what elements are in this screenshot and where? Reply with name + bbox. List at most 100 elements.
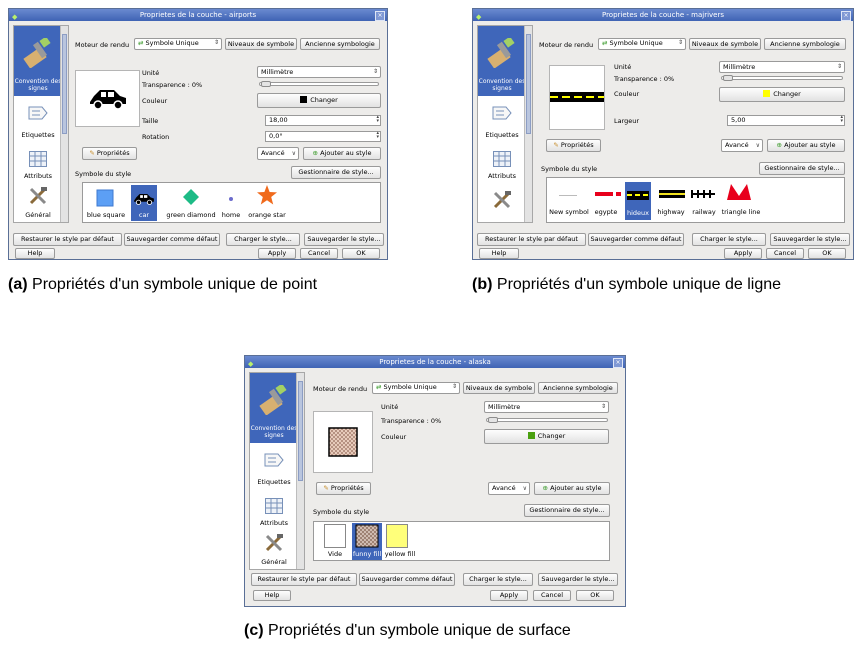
- sidebar-item-attributs[interactable]: Attributs: [478, 172, 526, 180]
- proprietes-button[interactable]: ✎ Propriétés: [546, 139, 601, 152]
- cancel-button[interactable]: Cancel: [300, 248, 338, 259]
- symbol-item[interactable]: egypte: [591, 208, 621, 216]
- sidebar-item-etiquettes[interactable]: Etiquettes: [478, 131, 526, 139]
- symbol-list[interactable]: blue square car green diamond home orang…: [82, 182, 381, 223]
- renderer-select[interactable]: ⇄ Symbole Unique ⇕: [134, 38, 222, 50]
- slider-handle[interactable]: [723, 75, 733, 81]
- charger-button[interactable]: Charger le style...: [463, 573, 533, 586]
- help-button[interactable]: Help: [253, 590, 291, 601]
- sidebar-item-convention[interactable]: Convention des signes: [14, 26, 62, 96]
- unit-select[interactable]: Millimètre ⇕: [719, 61, 845, 73]
- ajouter-button[interactable]: ⊕ Ajouter au style: [534, 482, 610, 495]
- width-input[interactable]: 5,00 ▴ ▾: [727, 115, 845, 126]
- sidebar-item-convention[interactable]: Convention des signes: [478, 26, 526, 96]
- charger-button[interactable]: Charger le style...: [226, 233, 300, 246]
- niveaux-button[interactable]: Niveaux de symbole: [689, 38, 761, 50]
- scroll-thumb[interactable]: [62, 34, 67, 134]
- avance-select[interactable]: Avancé ∨: [257, 147, 299, 160]
- help-button[interactable]: Help: [479, 248, 519, 259]
- proprietes-button[interactable]: ✎ Propriétés: [316, 482, 371, 495]
- unit-select[interactable]: Millimètre ⇕: [257, 66, 381, 78]
- sauvegarder-button[interactable]: Sauvegarder le style...: [770, 233, 850, 246]
- symbol-item[interactable]: home: [219, 211, 243, 219]
- restaurer-button[interactable]: Restaurer le style par défaut: [13, 233, 122, 246]
- ancienne-button[interactable]: Ancienne symbologie: [300, 38, 380, 50]
- transparency-slider[interactable]: [721, 75, 843, 81]
- changer-button[interactable]: Changer: [484, 429, 609, 444]
- sidebar-item-etiquettes[interactable]: Etiquettes: [250, 478, 298, 486]
- symbol-item[interactable]: yellow fill: [382, 550, 418, 558]
- sidebar-item-general[interactable]: Général: [14, 211, 62, 219]
- changer-button[interactable]: Changer: [719, 87, 845, 102]
- symbol-list[interactable]: New symbol egypte hideux highway railway…: [546, 177, 845, 223]
- sidebar-scrollbar[interactable]: [524, 26, 532, 222]
- slider-handle[interactable]: [488, 417, 498, 423]
- transparency-slider[interactable]: [259, 81, 379, 87]
- symbol-item[interactable]: railway: [689, 208, 719, 216]
- gestionnaire-button[interactable]: Gestionnaire de style...: [759, 162, 845, 175]
- sauvegarder-button[interactable]: Sauvegarder le style...: [538, 573, 618, 586]
- apply-button[interactable]: Apply: [490, 590, 528, 601]
- close-icon[interactable]: ×: [613, 358, 623, 368]
- scroll-thumb[interactable]: [298, 381, 303, 481]
- unit-select[interactable]: Millimètre ⇕: [484, 401, 609, 413]
- symbol-item-selected[interactable]: car: [131, 185, 157, 221]
- changer-button[interactable]: Changer: [257, 93, 381, 108]
- sauvegarder-button[interactable]: Sauvegarder le style...: [304, 233, 384, 246]
- apply-button[interactable]: Apply: [724, 248, 762, 259]
- charger-button[interactable]: Charger le style...: [692, 233, 766, 246]
- ajouter-button[interactable]: ⊕ Ajouter au style: [303, 147, 381, 160]
- renderer-select[interactable]: ⇄ Symbole Unique ⇕: [372, 382, 460, 394]
- avance-select[interactable]: Avancé ∨: [721, 139, 763, 152]
- spin-arrows-icon[interactable]: ▴ ▾: [376, 131, 379, 140]
- cancel-button[interactable]: Cancel: [766, 248, 804, 259]
- avance-select[interactable]: Avancé ∨: [488, 482, 530, 495]
- ajouter-button[interactable]: ⊕ Ajouter au style: [767, 139, 845, 152]
- sidebar-item-etiquettes[interactable]: Etiquettes: [14, 131, 62, 139]
- symbol-item[interactable]: Vide: [320, 550, 350, 558]
- symbol-item-selected[interactable]: hideux: [625, 182, 651, 220]
- ancienne-button[interactable]: Ancienne symbologie: [764, 38, 846, 50]
- sauvegarder-defaut-button[interactable]: Sauvegarder comme défaut: [588, 233, 684, 246]
- symbol-list[interactable]: Vide funny fill yellow fill: [313, 521, 610, 561]
- ok-button[interactable]: OK: [808, 248, 846, 259]
- sauvegarder-defaut-button[interactable]: Sauvegarder comme défaut: [359, 573, 455, 586]
- ok-button[interactable]: OK: [342, 248, 380, 259]
- restaurer-button[interactable]: Restaurer le style par défaut: [251, 573, 357, 586]
- proprietes-button[interactable]: ✎ Propriétés: [82, 147, 137, 160]
- cancel-button[interactable]: Cancel: [533, 590, 571, 601]
- symbol-item[interactable]: triangle line: [721, 208, 761, 216]
- sidebar-item-convention[interactable]: Convention des signes: [250, 373, 298, 443]
- gestionnaire-button[interactable]: Gestionnaire de style...: [524, 504, 610, 517]
- help-button[interactable]: Help: [15, 248, 55, 259]
- apply-button[interactable]: Apply: [258, 248, 296, 259]
- ok-button[interactable]: OK: [576, 590, 614, 601]
- restaurer-button[interactable]: Restaurer le style par défaut: [477, 233, 586, 246]
- close-icon[interactable]: ×: [375, 11, 385, 21]
- symbol-item[interactable]: green diamond: [163, 211, 219, 219]
- sidebar-item-attributs[interactable]: Attributs: [14, 172, 62, 180]
- sidebar-item-general[interactable]: Général: [250, 558, 298, 566]
- sidebar-scrollbar[interactable]: [60, 26, 68, 222]
- scroll-thumb[interactable]: [526, 34, 531, 134]
- sidebar-item-attributs[interactable]: Attributs: [250, 519, 298, 527]
- close-icon[interactable]: ×: [841, 11, 851, 21]
- sidebar-scrollbar[interactable]: [296, 373, 304, 569]
- symbol-item[interactable]: orange star: [243, 211, 291, 219]
- size-input[interactable]: 18,00 ▴ ▾: [265, 115, 381, 126]
- symbol-item[interactable]: New symbol: [549, 208, 589, 216]
- renderer-select[interactable]: ⇄ Symbole Unique ⇕: [598, 38, 686, 50]
- symbol-item[interactable]: highway: [653, 208, 689, 216]
- slider-handle[interactable]: [261, 81, 271, 87]
- rotation-input[interactable]: 0,0° ▴ ▾: [265, 131, 381, 142]
- symbol-item[interactable]: blue square: [85, 211, 127, 219]
- spin-arrows-icon[interactable]: ▴ ▾: [840, 115, 843, 124]
- transparency-slider[interactable]: [486, 417, 608, 423]
- spin-arrows-icon[interactable]: ▴ ▾: [376, 115, 379, 124]
- niveaux-button[interactable]: Niveaux de symbole: [463, 382, 535, 394]
- niveaux-button[interactable]: Niveaux de symbole: [225, 38, 297, 50]
- symbol-item-selected[interactable]: funny fill: [352, 523, 382, 560]
- sauvegarder-defaut-button[interactable]: Sauvegarder comme défaut: [124, 233, 220, 246]
- ancienne-button[interactable]: Ancienne symbologie: [538, 382, 618, 394]
- gestionnaire-button[interactable]: Gestionnaire de style...: [291, 166, 381, 179]
